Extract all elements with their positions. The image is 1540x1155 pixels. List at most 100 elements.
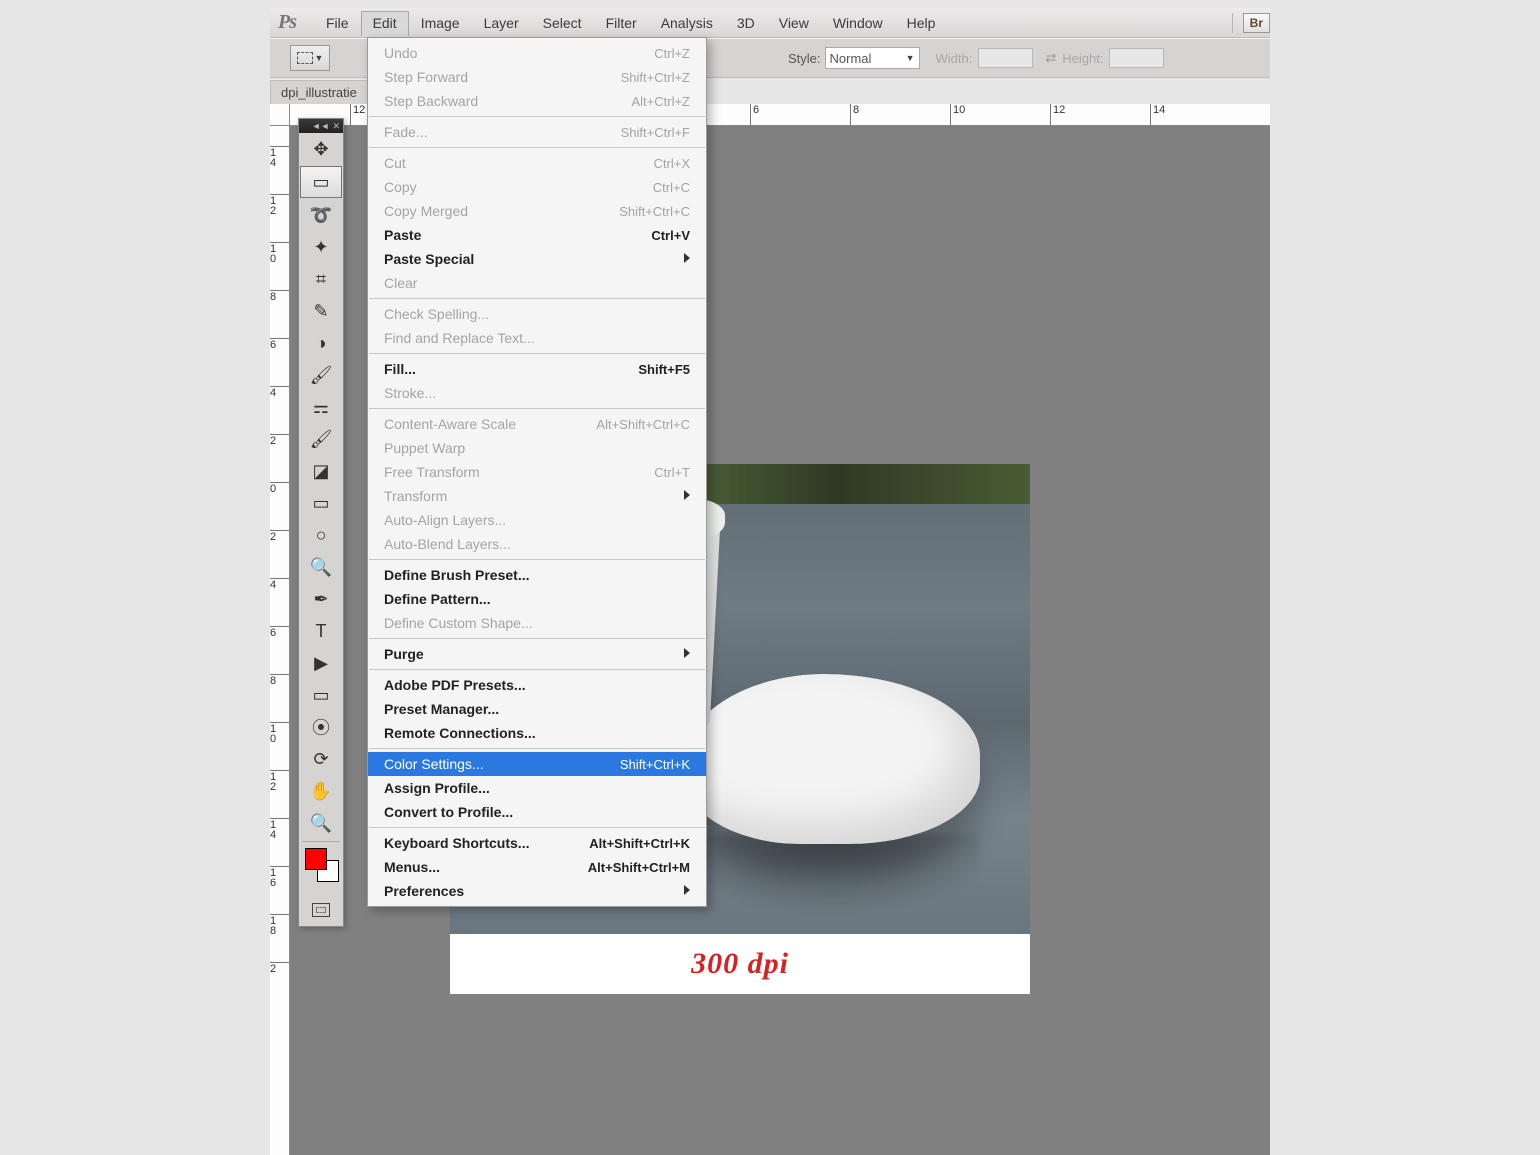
pen-tool[interactable]: ✒ xyxy=(299,583,343,615)
menu-separator xyxy=(369,638,705,639)
lasso-tool[interactable]: ➰ xyxy=(299,199,343,231)
crop-tool[interactable]: ⌗ xyxy=(299,263,343,295)
path-select-tool[interactable]: ▶ xyxy=(299,647,343,679)
menu-select[interactable]: Select xyxy=(531,11,594,35)
menu-item-label: Auto-Blend Layers... xyxy=(384,536,511,552)
menu-item-label: Stroke... xyxy=(384,385,436,401)
swap-icon[interactable]: ⇄ xyxy=(1045,50,1056,66)
ruler-tick: 2 xyxy=(270,962,289,974)
menu-edit[interactable]: Edit xyxy=(361,11,409,36)
ruler-tick: 14 xyxy=(270,146,289,168)
foreground-color-swatch[interactable] xyxy=(305,848,327,870)
tools-panel: ◄◄ ✕ ✥▭➰✦⌗✎◑🖌⚎🖌◪▭○🔍✒T▶▭⦿⟳✋🔍 xyxy=(298,118,344,927)
ruler-tick: 14 xyxy=(1150,104,1165,126)
menu-view[interactable]: View xyxy=(767,11,821,35)
spot-heal-tool[interactable]: ◑ xyxy=(299,327,343,359)
menu-3d[interactable]: 3D xyxy=(725,11,767,35)
eyedropper-tool[interactable]: ✎ xyxy=(299,295,343,327)
ruler-tick: 10 xyxy=(270,242,289,264)
menu-item-menus[interactable]: Menus...Alt+Shift+Ctrl+M xyxy=(368,855,706,879)
menu-item-label: Copy xyxy=(384,179,417,195)
menu-item-define-pattern[interactable]: Define Pattern... xyxy=(368,587,706,611)
menu-item-preferences[interactable]: Preferences xyxy=(368,879,706,903)
menu-item-label: Content-Aware Scale xyxy=(384,416,516,432)
eraser-tool[interactable]: ◪ xyxy=(299,455,343,487)
menu-item-check-spelling: Check Spelling... xyxy=(368,302,706,326)
menu-item-label: Define Pattern... xyxy=(384,591,491,607)
menu-item-label: Step Forward xyxy=(384,69,468,85)
bridge-button[interactable]: Br xyxy=(1243,13,1270,33)
menu-item-auto-align-layers: Auto-Align Layers... xyxy=(368,508,706,532)
width-input[interactable] xyxy=(978,48,1033,68)
menu-image[interactable]: Image xyxy=(409,11,472,35)
ruler-tick: 16 xyxy=(270,866,289,888)
menu-item-assign-profile[interactable]: Assign Profile... xyxy=(368,776,706,800)
active-tool-preset-button[interactable]: ▼ xyxy=(290,45,330,71)
menu-item-label: Purge xyxy=(384,646,424,662)
menu-help[interactable]: Help xyxy=(895,11,948,35)
style-select[interactable]: Normal ▼ xyxy=(825,47,920,69)
menu-item-find-and-replace-text: Find and Replace Text... xyxy=(368,326,706,350)
menu-item-puppet-warp: Puppet Warp xyxy=(368,436,706,460)
menu-window[interactable]: Window xyxy=(821,11,895,35)
magic-wand-tool[interactable]: ✦ xyxy=(299,231,343,263)
menu-item-label: Find and Replace Text... xyxy=(384,330,535,346)
menu-shortcut: Ctrl+Z xyxy=(654,46,690,61)
menu-item-preset-manager[interactable]: Preset Manager... xyxy=(368,697,706,721)
marquee-tool[interactable]: ▭ xyxy=(300,166,342,198)
hand-tool[interactable]: ✋ xyxy=(299,775,343,807)
menu-analysis[interactable]: Analysis xyxy=(649,11,725,35)
menu-item-label: Remote Connections... xyxy=(384,725,536,741)
dodge-tool[interactable]: 🔍 xyxy=(299,551,343,583)
ruler-tick: 12 xyxy=(350,104,365,126)
quickmask-button[interactable] xyxy=(299,894,343,926)
menu-item-color-settings[interactable]: Color Settings...Shift+Ctrl+K xyxy=(368,752,706,776)
ruler-tick: 8 xyxy=(850,104,859,126)
menu-item-label: Fill... xyxy=(384,361,416,377)
app-window: Ps FileEditImageLayerSelectFilterAnalysi… xyxy=(270,0,1270,1155)
gradient-tool[interactable]: ▭ xyxy=(299,487,343,519)
menu-item-adobe-pdf-presets[interactable]: Adobe PDF Presets... xyxy=(368,673,706,697)
3d-tool[interactable]: ⦿ xyxy=(299,711,343,743)
ruler-tick: 2 xyxy=(270,434,289,446)
ruler-vertical: 14121086420246810121416182 xyxy=(270,126,290,1155)
chevron-down-icon: ▼ xyxy=(906,53,915,63)
type-tool[interactable]: T xyxy=(299,615,343,647)
menubar-divider xyxy=(1232,13,1233,33)
menu-item-purge[interactable]: Purge xyxy=(368,642,706,666)
ruler-tick: 12 xyxy=(270,194,289,216)
menu-item-remote-connections[interactable]: Remote Connections... xyxy=(368,721,706,745)
menubar: Ps FileEditImageLayerSelectFilterAnalysi… xyxy=(270,8,1270,38)
clone-stamp-tool[interactable]: ⚎ xyxy=(299,391,343,423)
submenu-arrow-icon xyxy=(684,490,690,503)
move-tool[interactable]: ✥ xyxy=(299,133,343,165)
menu-item-cut: CutCtrl+X xyxy=(368,151,706,175)
ruler-tick: 10 xyxy=(950,104,965,126)
document-tab[interactable]: dpi_illustratie xyxy=(270,80,368,104)
menu-item-define-brush-preset[interactable]: Define Brush Preset... xyxy=(368,563,706,587)
chevron-down-icon: ▼ xyxy=(315,53,324,63)
menu-filter[interactable]: Filter xyxy=(594,11,649,35)
dpi-label: 300 dpi xyxy=(691,947,789,981)
blur-tool[interactable]: ○ xyxy=(299,519,343,551)
menu-item-label: Auto-Align Layers... xyxy=(384,512,506,528)
brush-tool[interactable]: 🖌 xyxy=(299,359,343,391)
ruler-tick: 6 xyxy=(270,338,289,350)
history-brush-tool[interactable]: 🖌 xyxy=(299,423,343,455)
menu-item-label: Step Backward xyxy=(384,93,478,109)
menu-item-convert-to-profile[interactable]: Convert to Profile... xyxy=(368,800,706,824)
menu-item-label: Paste Special xyxy=(384,251,474,267)
height-input[interactable] xyxy=(1109,48,1164,68)
menu-item-paste[interactable]: PasteCtrl+V xyxy=(368,223,706,247)
tools-titlebar[interactable]: ◄◄ ✕ xyxy=(299,119,343,133)
menu-item-keyboard-shortcuts[interactable]: Keyboard Shortcuts...Alt+Shift+Ctrl+K xyxy=(368,831,706,855)
menu-layer[interactable]: Layer xyxy=(472,11,531,35)
shape-tool[interactable]: ▭ xyxy=(299,679,343,711)
zoom-tool[interactable]: 🔍 xyxy=(299,807,343,839)
menu-item-label: Color Settings... xyxy=(384,756,484,772)
color-swatches[interactable] xyxy=(299,844,343,894)
3d-camera-tool[interactable]: ⟳ xyxy=(299,743,343,775)
menu-item-paste-special[interactable]: Paste Special xyxy=(368,247,706,271)
menu-item-fill[interactable]: Fill...Shift+F5 xyxy=(368,357,706,381)
menu-file[interactable]: File xyxy=(314,11,361,35)
